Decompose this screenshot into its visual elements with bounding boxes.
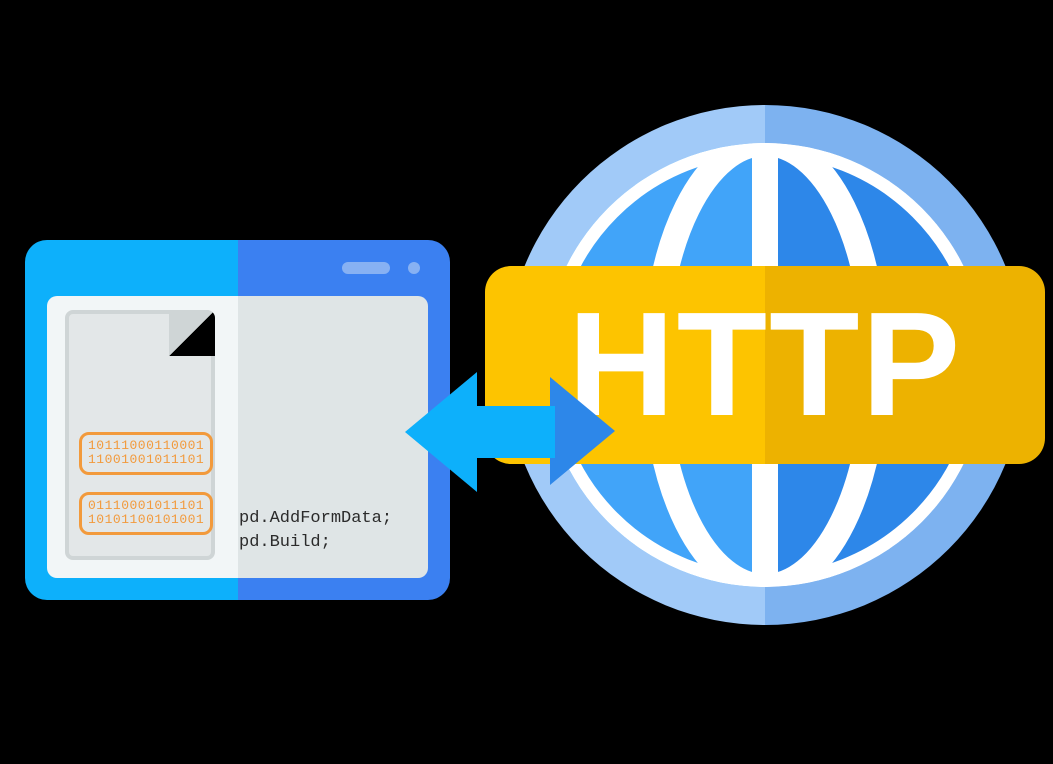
binary-line: 01110001011101	[88, 498, 204, 513]
file-fold-corner-icon	[169, 310, 215, 356]
code-line: pd.AddFormData;	[239, 509, 392, 528]
code-line: pd.Build;	[239, 533, 331, 552]
binary-line: 10111000110001	[88, 438, 204, 453]
window-titlebar	[25, 240, 450, 296]
arrow-left-icon	[405, 372, 555, 492]
http-label: HTTP	[568, 291, 962, 439]
binary-data-block-2: 01110001011101 10101100101001	[79, 492, 213, 535]
binary-line: 10101100101001	[88, 512, 204, 527]
document-file-icon: 10111000110001 11001001011101 0111000101…	[65, 310, 215, 560]
window-body: 10111000110001 11001001011101 0111000101…	[47, 296, 428, 578]
window-control-dot-icon	[408, 262, 420, 274]
binary-data-block-1: 10111000110001 11001001011101	[79, 432, 213, 475]
http-globe: HTTP	[505, 105, 1025, 625]
window-control-pill-icon	[342, 262, 390, 274]
app-window: 10111000110001 11001001011101 0111000101…	[25, 240, 450, 600]
binary-line: 11001001011101	[88, 452, 204, 467]
code-snippet: pd.AddFormData; pd.Build;	[239, 507, 392, 556]
